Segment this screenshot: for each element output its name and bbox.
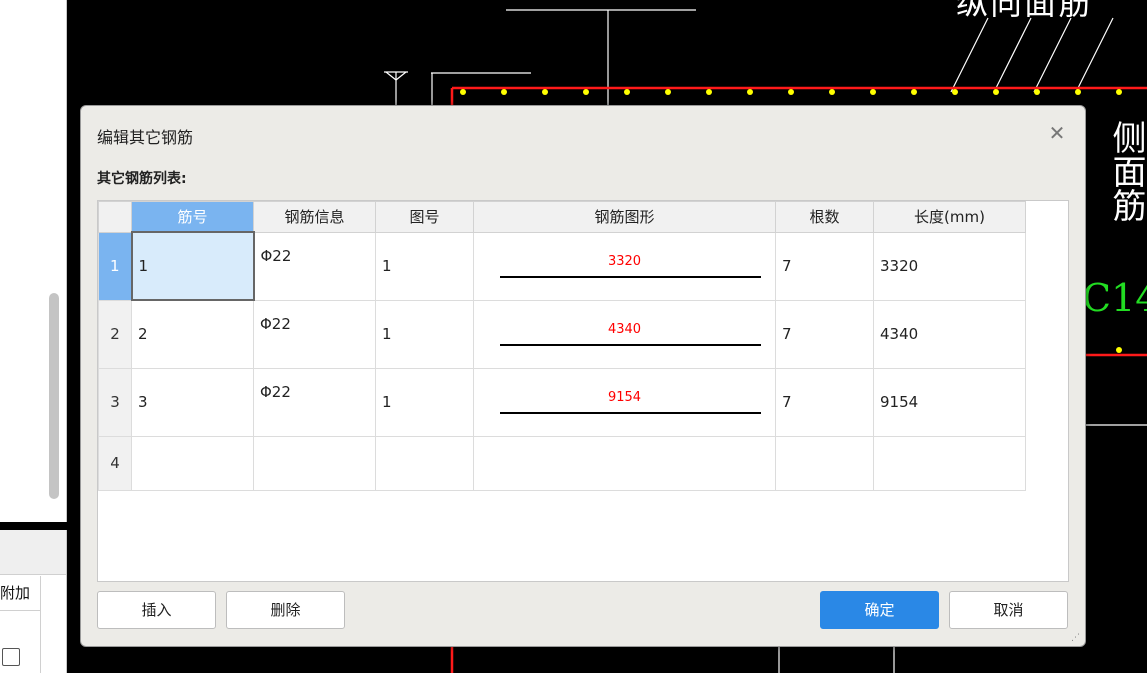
cell-length[interactable]: 3320	[873, 231, 1026, 301]
table-header-row: 筋号 钢筋信息 图号 钢筋图形 根数 长度(mm)	[98, 201, 1026, 233]
column-header-count[interactable]: 根数	[775, 201, 874, 233]
row-number[interactable]: 1	[98, 231, 132, 301]
column-header-bar-shape[interactable]: 钢筋图形	[473, 201, 776, 233]
cell-figure-no[interactable]	[375, 435, 474, 491]
bar-shape-length: 4340	[607, 321, 642, 337]
cell-count[interactable]	[775, 435, 874, 491]
bar-shape-length: 3320	[607, 253, 642, 269]
cell-bar-info[interactable]: Φ22	[253, 231, 376, 301]
rebar-grid: 筋号 钢筋信息 图号 钢筋图形 根数 长度(mm) 1 1 Φ22 1 3320	[97, 200, 1069, 582]
close-icon[interactable]: ✕	[1046, 122, 1068, 144]
left-panel-scrollbar[interactable]	[49, 293, 59, 499]
rebar-table: 筋号 钢筋信息 图号 钢筋图形 根数 长度(mm) 1 1 Φ22 1 3320	[98, 201, 1026, 491]
bar-shape-line	[500, 411, 761, 414]
cell-count[interactable]: 7	[775, 367, 874, 437]
cell-bar-shape[interactable]: 9154	[473, 367, 776, 437]
cell-bar-no[interactable]	[131, 435, 254, 491]
cad-text-vertical: 侧面筋	[1106, 120, 1146, 222]
cell-bar-no[interactable]: 2	[131, 299, 254, 369]
left-panel: 附加	[0, 0, 76, 673]
cad-text-green: C14	[1082, 276, 1147, 320]
bar-shape-line	[500, 343, 761, 346]
cell-bar-info[interactable]: Φ22	[253, 367, 376, 437]
dialog-title: 编辑其它钢筋	[97, 128, 194, 147]
row-number[interactable]: 4	[98, 435, 132, 491]
column-header-length[interactable]: 长度(mm)	[873, 201, 1026, 233]
left-panel-label: 附加	[0, 584, 31, 602]
cell-length[interactable]	[873, 435, 1026, 491]
cell-count[interactable]: 7	[775, 231, 874, 301]
resize-grip-icon[interactable]: ⋰	[1071, 633, 1081, 643]
rebar-list-label: 其它钢筋列表:	[97, 171, 187, 187]
cell-figure-no[interactable]: 1	[375, 367, 474, 437]
column-header-figure-no[interactable]: 图号	[375, 201, 474, 233]
bar-shape-line	[500, 275, 761, 278]
column-header-bar-no[interactable]: 筋号	[131, 201, 254, 233]
row-number[interactable]: 2	[98, 299, 132, 369]
insert-button[interactable]: 插入	[97, 591, 216, 629]
delete-button[interactable]: 删除	[226, 591, 345, 629]
edit-other-rebar-dialog: 编辑其它钢筋 ✕ 其它钢筋列表: 筋号 钢筋信息 图号 钢筋图形 根数 长度(m…	[80, 105, 1086, 647]
cell-figure-no[interactable]: 1	[375, 299, 474, 369]
corner-header	[98, 201, 132, 233]
cell-bar-info[interactable]	[253, 435, 376, 491]
bar-shape: 9154	[474, 376, 775, 429]
cell-bar-shape[interactable]	[473, 435, 776, 491]
bar-shape: 3320	[474, 240, 775, 293]
cell-figure-no[interactable]: 1	[375, 231, 474, 301]
row-number[interactable]: 3	[98, 367, 132, 437]
cancel-button[interactable]: 取消	[949, 591, 1068, 629]
cell-bar-no[interactable]: 1	[130, 231, 255, 301]
left-panel-table-header	[0, 530, 66, 575]
table-row[interactable]: 2 2 Φ22 1 4340 7 4340	[98, 299, 1026, 369]
table-row[interactable]: 3 3 Φ22 1 9154 7 9154	[98, 367, 1026, 437]
cell-bar-shape[interactable]: 3320	[473, 231, 776, 301]
bar-shape-length: 9154	[607, 389, 642, 405]
column-header-bar-info[interactable]: 钢筋信息	[253, 201, 376, 233]
checkbox[interactable]	[2, 648, 20, 666]
cell-length[interactable]: 9154	[873, 367, 1026, 437]
cell-length[interactable]: 4340	[873, 299, 1026, 369]
cell-bar-info[interactable]: Φ22	[253, 299, 376, 369]
cell-bar-no[interactable]: 3	[131, 367, 254, 437]
bar-shape: 4340	[474, 308, 775, 361]
cell-count[interactable]: 7	[775, 299, 874, 369]
ok-button[interactable]: 确定	[820, 591, 939, 629]
divider	[0, 610, 40, 611]
cell-bar-shape[interactable]: 4340	[473, 299, 776, 369]
table-row[interactable]: 4	[98, 435, 1026, 491]
table-row[interactable]: 1 1 Φ22 1 3320 7 3320	[98, 231, 1026, 301]
divider	[40, 576, 41, 673]
left-panel-table: 附加	[0, 530, 67, 673]
